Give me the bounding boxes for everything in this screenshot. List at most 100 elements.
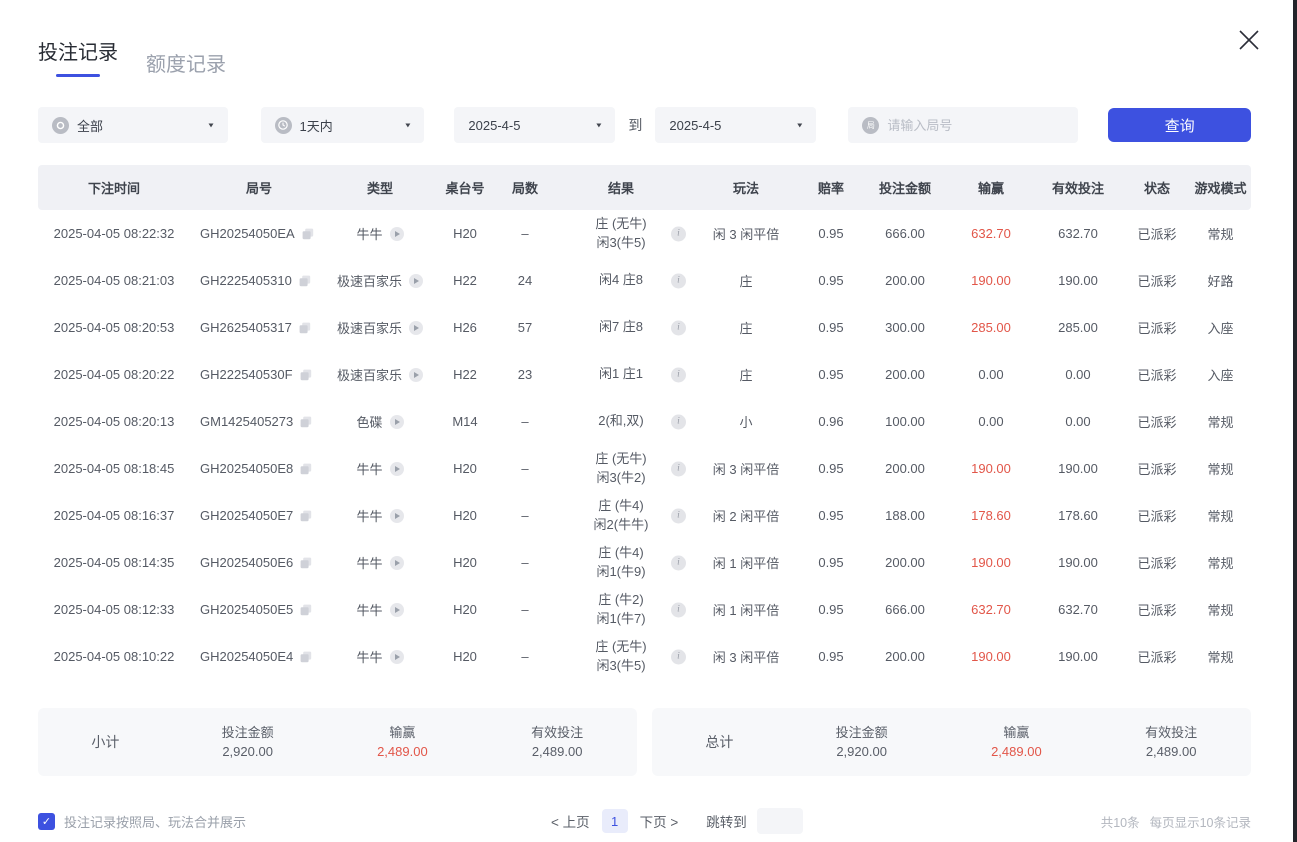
- valid-bet: 178.60: [1032, 508, 1124, 523]
- checkbox-checked-icon[interactable]: [38, 813, 55, 830]
- table-row: 2025-04-05 08:20:53 GH2625405317 极速百家乐 H…: [38, 304, 1251, 351]
- copy-icon[interactable]: [299, 275, 311, 287]
- round-id-search-wrap: 局: [848, 107, 1078, 143]
- round-badge-icon: 局: [862, 117, 879, 134]
- play-video-icon[interactable]: [390, 650, 404, 664]
- merge-display-toggle[interactable]: 投注记录按照局、玩法合并展示: [38, 812, 246, 831]
- bet-records-modal: 投注记录 额度记录 全部 ▾ 1天内 ▾ 2025-4-5 ▾ 到: [0, 0, 1293, 842]
- total-win-label: 输赢: [942, 723, 1092, 743]
- round-id-cell: GH20254050E5: [190, 602, 328, 617]
- jump-page-input[interactable]: [757, 808, 803, 834]
- win-loss: 190.00: [950, 555, 1032, 570]
- bet-amount: 100.00: [860, 414, 950, 429]
- play-video-icon[interactable]: [390, 462, 404, 476]
- play-video-icon[interactable]: [409, 368, 423, 382]
- valid-bet: 0.00: [1032, 414, 1124, 429]
- round-count: –: [498, 602, 552, 617]
- tab-label: 额度记录: [146, 54, 226, 76]
- info-icon[interactable]: i: [671, 320, 686, 335]
- prev-page-button[interactable]: < 上页: [551, 811, 590, 831]
- status: 已派彩: [1124, 224, 1190, 243]
- play-method: 闲 3 闲平倍: [690, 459, 802, 478]
- bet-time: 2025-04-05 08:20:22: [38, 367, 190, 382]
- summary-section: 小计 投注金额 2,920.00 输赢 2,489.00 有效投注 2,489.…: [38, 708, 1251, 776]
- copy-icon[interactable]: [300, 416, 312, 428]
- win-loss: 632.70: [950, 602, 1032, 617]
- close-button[interactable]: [1233, 24, 1265, 56]
- date-from-select[interactable]: 2025-4-5 ▾: [454, 107, 615, 143]
- table-no: H20: [432, 461, 498, 476]
- bet-amount: 200.00: [860, 649, 950, 664]
- tab-bet-records[interactable]: 投注记录: [38, 36, 118, 77]
- clock-icon: [275, 117, 292, 134]
- round-id-cell: GH20254050E6: [190, 555, 328, 570]
- game-type: 色碟: [356, 412, 382, 431]
- table-no: H20: [432, 508, 498, 523]
- win-loss: 178.60: [950, 508, 1032, 523]
- total-valid: 有效投注 2,489.00: [1096, 723, 1246, 762]
- bet-amount: 200.00: [860, 555, 950, 570]
- play-video-icon[interactable]: [390, 603, 404, 617]
- round-id-cell: GM1425405273: [190, 414, 328, 429]
- copy-icon[interactable]: [300, 604, 312, 616]
- info-icon[interactable]: i: [671, 461, 686, 476]
- time-range-select[interactable]: 1天内 ▾: [261, 107, 425, 143]
- game-mode: 常规: [1190, 224, 1251, 243]
- play-video-icon[interactable]: [409, 274, 423, 288]
- current-page-button[interactable]: 1: [602, 809, 628, 833]
- valid-bet: 285.00: [1032, 320, 1124, 335]
- query-button[interactable]: 查询: [1108, 108, 1251, 142]
- game-type-cell: 牛牛: [328, 553, 432, 572]
- play-video-icon[interactable]: [390, 509, 404, 523]
- game-type: 极速百家乐: [337, 318, 402, 337]
- play-video-icon[interactable]: [390, 227, 404, 241]
- bet-time: 2025-04-05 08:20:13: [38, 414, 190, 429]
- info-icon[interactable]: i: [671, 555, 686, 570]
- round-id-cell: GH2625405317: [190, 320, 328, 335]
- info-icon[interactable]: i: [671, 602, 686, 617]
- bet-amount: 200.00: [860, 367, 950, 382]
- category-select[interactable]: 全部 ▾: [38, 107, 228, 143]
- odds: 0.95: [802, 555, 860, 570]
- play-method: 庄: [690, 271, 802, 290]
- copy-icon[interactable]: [300, 463, 312, 475]
- bet-amount: 666.00: [860, 226, 950, 241]
- tab-quota-records[interactable]: 额度记录: [146, 48, 226, 77]
- copy-icon[interactable]: [300, 557, 312, 569]
- bet-time: 2025-04-05 08:21:03: [38, 273, 190, 288]
- copy-icon[interactable]: [300, 369, 312, 381]
- info-icon[interactable]: i: [671, 508, 686, 523]
- win-loss: 632.70: [950, 226, 1032, 241]
- round-id-cell: GH2225405310: [190, 273, 328, 288]
- game-type: 牛牛: [356, 600, 382, 619]
- subtotal-win-value: 2,489.00: [328, 742, 478, 762]
- info-icon[interactable]: i: [671, 367, 686, 382]
- game-mode: 好路: [1190, 271, 1251, 290]
- copy-icon[interactable]: [299, 322, 311, 334]
- play-video-icon[interactable]: [390, 556, 404, 570]
- play-method: 闲 2 闲平倍: [690, 506, 802, 525]
- total-valid-value: 2,489.00: [1096, 742, 1246, 762]
- table-row: 2025-04-05 08:20:13 GM1425405273 色碟 M14 …: [38, 398, 1251, 445]
- subtotal-label: 小计: [38, 732, 173, 752]
- play-video-icon[interactable]: [390, 415, 404, 429]
- copy-icon[interactable]: [300, 510, 312, 522]
- subtotal-valid-value: 2,489.00: [482, 742, 632, 762]
- info-icon[interactable]: i: [671, 414, 686, 429]
- copy-icon[interactable]: [302, 228, 314, 240]
- round-id-input[interactable]: [887, 118, 1037, 133]
- table-no: M14: [432, 414, 498, 429]
- play-video-icon[interactable]: [409, 321, 423, 335]
- copy-icon[interactable]: [300, 651, 312, 663]
- status: 已派彩: [1124, 412, 1190, 431]
- jump-label: 跳转到: [706, 811, 747, 831]
- next-page-button[interactable]: 下页 >: [640, 811, 679, 831]
- game-type-cell: 牛牛: [328, 506, 432, 525]
- subtotal-bet-label: 投注金额: [173, 723, 323, 743]
- col-header-round-id: 局号: [190, 178, 328, 197]
- info-icon[interactable]: i: [671, 226, 686, 241]
- info-icon[interactable]: i: [671, 649, 686, 664]
- date-to-select[interactable]: 2025-4-5 ▾: [655, 107, 816, 143]
- round-count: –: [498, 649, 552, 664]
- info-icon[interactable]: i: [671, 273, 686, 288]
